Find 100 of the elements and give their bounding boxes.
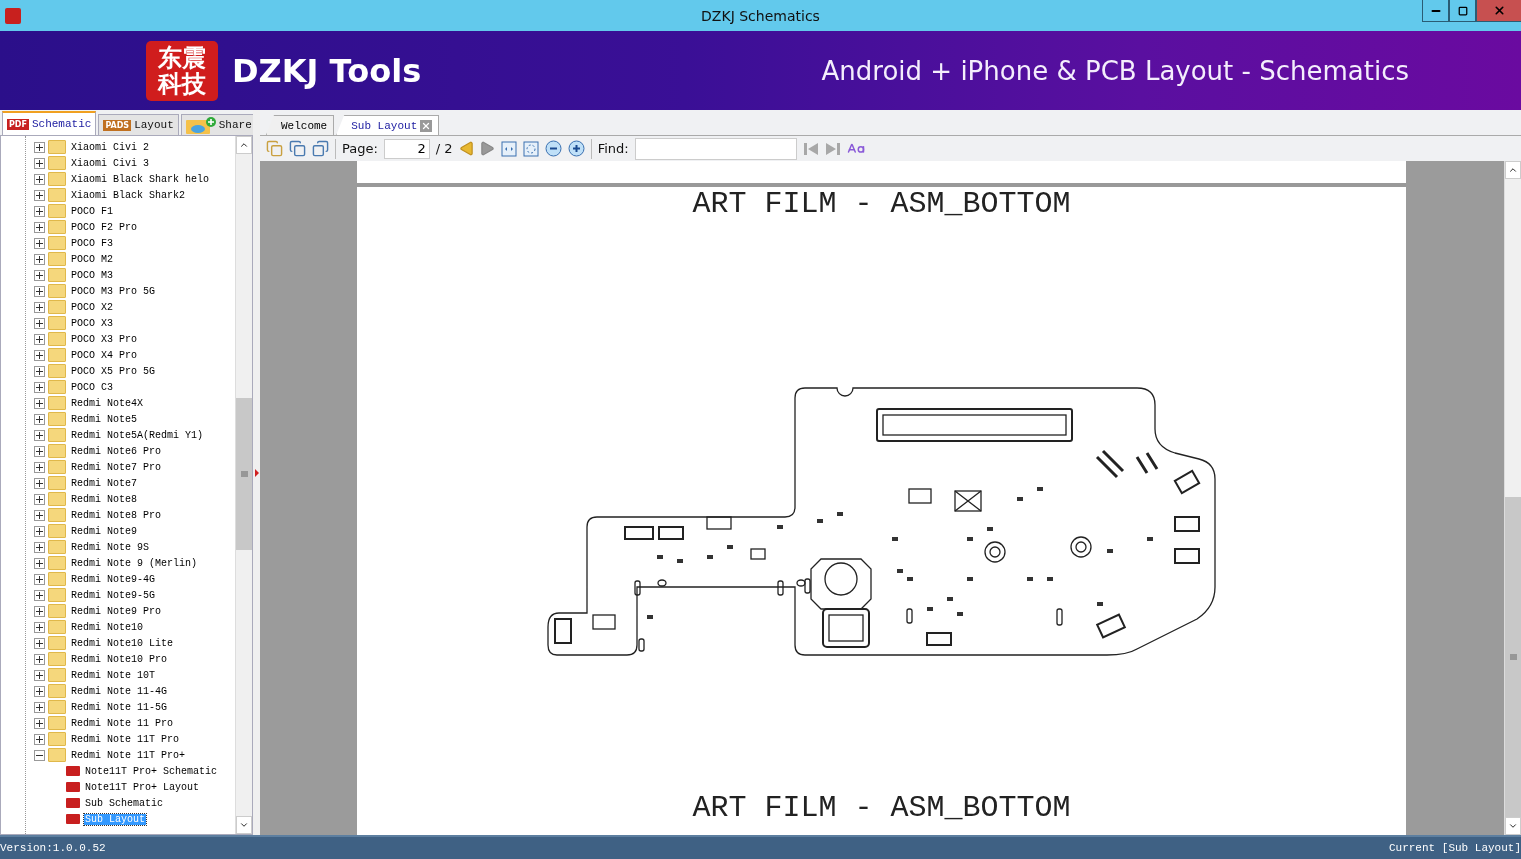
scrollbar-thumb[interactable] (1505, 496, 1521, 818)
expand-toggle[interactable] (34, 141, 45, 153)
tree-item[interactable]: Redmi Note 9 (Merlin) (70, 557, 199, 569)
tree-item[interactable]: POCO X2 (70, 301, 114, 313)
fit-width-icon[interactable] (500, 140, 517, 157)
tree-item[interactable]: Redmi Note8 Pro (70, 509, 162, 521)
expand-toggle[interactable] (34, 189, 45, 201)
tree-item[interactable]: Redmi Note10 (70, 621, 144, 633)
expand-toggle[interactable] (34, 493, 45, 505)
expand-toggle[interactable] (34, 701, 45, 713)
zoom-in-icon[interactable] (567, 140, 585, 157)
expand-toggle[interactable] (34, 637, 45, 649)
minimize-button[interactable] (1422, 0, 1449, 22)
collapse-toggle[interactable] (34, 749, 45, 761)
tree-item[interactable]: Redmi Note9 Pro (70, 605, 162, 617)
expand-toggle[interactable] (34, 685, 45, 697)
tree-item[interactable]: Xiaomi Black Shark helo (70, 173, 211, 185)
tree-item[interactable]: POCO X5 Pro 5G (70, 365, 156, 377)
find-input[interactable] (634, 137, 797, 160)
expand-toggle[interactable] (34, 333, 45, 345)
tree-item[interactable]: POCO M3 (70, 269, 114, 281)
tree-item[interactable]: POCO F3 (70, 237, 114, 249)
expand-toggle[interactable] (34, 269, 45, 281)
expand-toggle[interactable] (34, 429, 45, 441)
expand-toggle[interactable] (34, 461, 45, 473)
tree-item[interactable]: Redmi Note9-4G (70, 573, 156, 585)
expand-toggle[interactable] (34, 589, 45, 601)
expand-toggle[interactable] (34, 669, 45, 681)
tree-item[interactable]: Redmi Note 9S (70, 541, 150, 553)
side-tab[interactable]: PADS Layout (98, 114, 179, 135)
zoom-out-icon[interactable] (544, 140, 562, 157)
expand-toggle[interactable] (34, 509, 45, 521)
tab-close-button[interactable] (420, 119, 433, 132)
tree-item[interactable]: Redmi Note5A(Redmi Y1) (70, 429, 205, 441)
tree-item[interactable]: POCO X3 Pro (70, 333, 138, 345)
expand-toggle[interactable] (34, 157, 45, 169)
tree-item[interactable]: POCO X3 (70, 317, 114, 329)
previous-page-icon[interactable] (458, 141, 474, 156)
rotate-page-icon[interactable] (289, 140, 306, 157)
page-input[interactable]: 2 (383, 138, 430, 159)
expand-toggle[interactable] (34, 541, 45, 553)
tree-item[interactable]: Redmi Note5 (70, 413, 138, 425)
tree-item[interactable]: Redmi Note8 (70, 493, 138, 505)
expand-toggle[interactable] (34, 733, 45, 745)
tree-item[interactable]: POCO F2 Pro (70, 221, 138, 233)
tree-item[interactable]: Note11T Pro+ Layout (84, 781, 201, 793)
expand-toggle[interactable] (34, 221, 45, 233)
side-tab[interactable]: PDF Schematic (2, 111, 97, 135)
tree-item[interactable]: Xiaomi Civi 3 (70, 157, 150, 169)
expand-toggle[interactable] (34, 285, 45, 297)
expand-toggle[interactable] (34, 413, 45, 425)
tree-item[interactable]: Redmi Note 11T Pro (70, 733, 181, 745)
scrollbar[interactable] (235, 136, 252, 834)
expand-toggle[interactable] (34, 557, 45, 569)
rotate-page-icon[interactable] (312, 140, 329, 157)
tree-item[interactable]: POCO M3 Pro 5G (70, 285, 156, 297)
fit-page-icon[interactable] (522, 140, 539, 157)
tree-item[interactable]: Redmi Note10 Pro (70, 653, 168, 665)
tree-item[interactable]: Redmi Note10 Lite (70, 637, 175, 649)
expand-toggle[interactable] (34, 397, 45, 409)
tree-item[interactable]: Redmi Note 11 Pro (70, 717, 175, 729)
expand-toggle[interactable] (34, 573, 45, 585)
expand-toggle[interactable] (34, 653, 45, 665)
tree-item[interactable]: POCO X4 Pro (70, 349, 138, 361)
scrollbar-thumb[interactable] (236, 398, 252, 550)
expand-toggle[interactable] (34, 205, 45, 217)
expand-toggle[interactable] (34, 301, 45, 313)
tree-item[interactable]: Note11T Pro+ Schematic (84, 765, 219, 777)
tree-item[interactable]: Xiaomi Civi 2 (70, 141, 150, 153)
tree-item[interactable]: Redmi Note 11-4G (70, 685, 168, 697)
tree-item[interactable]: Redmi Note9 (70, 525, 138, 537)
tree-item[interactable]: Sub Schematic (84, 797, 164, 809)
tree-item[interactable]: POCO C3 (70, 381, 114, 393)
tree-item[interactable]: Redmi Note7 (70, 477, 138, 489)
expand-toggle[interactable] (34, 621, 45, 633)
expand-toggle[interactable] (34, 173, 45, 185)
document-tab[interactable]: Sub Layout (336, 115, 440, 135)
tree-item[interactable]: Redmi Note 10T (70, 669, 156, 681)
expand-toggle[interactable] (34, 381, 45, 393)
expand-toggle[interactable] (34, 605, 45, 617)
tree-item[interactable]: Redmi Note9-5G (70, 589, 156, 601)
tree-item[interactable]: POCO F1 (70, 205, 114, 217)
expand-toggle[interactable] (34, 717, 45, 729)
tree-item[interactable]: Xiaomi Black Shark2 (70, 189, 187, 201)
document-tab[interactable]: Welcome (266, 115, 335, 135)
tree-item[interactable]: Redmi Note 11T Pro+ (70, 749, 187, 761)
next-page-icon[interactable] (479, 141, 495, 156)
expand-toggle[interactable] (34, 365, 45, 377)
expand-toggle[interactable] (34, 253, 45, 265)
expand-toggle[interactable] (34, 445, 45, 457)
maximize-button[interactable] (1449, 0, 1476, 22)
tree-item[interactable]: POCO M2 (70, 253, 114, 265)
tree-item[interactable]: Redmi Note4X (70, 397, 144, 409)
expand-toggle[interactable] (34, 477, 45, 489)
scrollbar[interactable] (1504, 161, 1521, 835)
tree-item[interactable]: Redmi Note6 Pro (70, 445, 162, 457)
expand-toggle[interactable] (34, 525, 45, 537)
expand-toggle[interactable] (34, 317, 45, 329)
tree-item[interactable]: Redmi Note 11-5G (70, 701, 168, 713)
expand-toggle[interactable] (34, 237, 45, 249)
